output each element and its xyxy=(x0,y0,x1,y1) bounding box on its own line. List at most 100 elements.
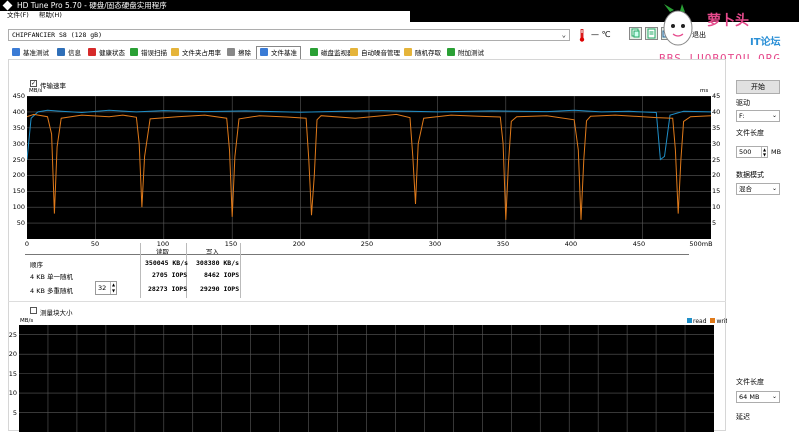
y-tick-label: 450 xyxy=(12,92,25,100)
temperature-readout: — ℃ xyxy=(591,30,611,39)
row-4k-single-label: 4 KB 单一随机 xyxy=(30,273,73,281)
noise-icon xyxy=(350,48,358,56)
tab-label: 自动噪音管理 xyxy=(361,49,400,57)
y2-tick-label: 30 xyxy=(712,139,721,148)
chevron-down-icon: ⌄ xyxy=(771,393,777,400)
4k-single-write-value: 8462 IOPS xyxy=(204,271,240,279)
data-mode-select[interactable]: 混合 ⌄ xyxy=(736,183,780,195)
queue-depth-stepper[interactable]: 32 ▲ ▼ xyxy=(95,281,117,295)
y-tick-label: 50 xyxy=(16,219,25,228)
4k-multi-read-value: 28273 IOPS xyxy=(148,285,188,293)
y2-tick-label: 5 xyxy=(712,219,717,228)
chevron-down-icon: ⌄ xyxy=(561,31,566,39)
stepper-arrows-icon[interactable]: ▲ ▼ xyxy=(110,282,116,294)
copy-icon xyxy=(631,28,640,38)
x-tick-label: 450 xyxy=(632,240,646,248)
y-tick-label: 400 xyxy=(12,107,25,116)
row-4k-multi-label: 4 KB 多重随机 xyxy=(30,287,73,295)
results-divider-v3 xyxy=(240,243,241,298)
block-file-length-select[interactable]: 64 MB ⌄ xyxy=(736,391,780,403)
copy-info-button[interactable] xyxy=(629,27,642,40)
block-size-label: 测量块大小 xyxy=(40,309,73,317)
thermometer-icon xyxy=(579,29,585,42)
erase-icon xyxy=(227,48,235,56)
transfer-rate-plot xyxy=(26,95,712,239)
tab-label: 基准测试 xyxy=(23,49,49,57)
data-mode-value: 混合 xyxy=(739,185,752,193)
benchmark-icon xyxy=(12,48,20,56)
tab-disk-monitor[interactable]: 磁盘监视器 xyxy=(310,48,354,58)
tab-info[interactable]: 信息 xyxy=(57,48,81,58)
start-button[interactable]: 开始 xyxy=(736,80,780,94)
y2-tick-label: 20 xyxy=(712,171,721,180)
file-length-value: 500 xyxy=(739,148,752,156)
file-length-input[interactable]: 500 ▲ ▼ xyxy=(736,146,768,158)
sequential-read-value: 350045 KB/s xyxy=(145,259,189,267)
transfer-rate-chart xyxy=(26,95,712,239)
transfer-y-unit: MB/s xyxy=(29,88,43,94)
tab-benchmark[interactable]: 基准测试 xyxy=(12,48,49,58)
y-tick-label: 10 xyxy=(8,389,17,398)
error-scan-icon xyxy=(130,48,138,56)
transfer-rate-label: 传输速率 xyxy=(40,82,66,90)
x-tick-label: 400 xyxy=(564,240,578,248)
health-icon xyxy=(88,48,96,56)
tab-folder-usage[interactable]: 文件夹占用率 xyxy=(171,48,221,58)
tab-label: 擦除 xyxy=(238,49,251,57)
results-divider xyxy=(25,254,689,255)
tab-file-benchmark[interactable]: 文件基准 xyxy=(256,46,301,59)
stepper-arrows-icon[interactable]: ▲ ▼ xyxy=(761,147,767,157)
x-tick-label: 0 xyxy=(24,240,30,248)
y2-tick-label: 40 xyxy=(712,107,721,116)
y2-tick-label: 45 xyxy=(712,92,721,100)
tab-extra-tests[interactable]: 附加测试 xyxy=(447,48,484,58)
transfer-rate-checkbox[interactable]: ✓ xyxy=(30,80,37,87)
drive-label: 驱动 xyxy=(736,99,750,107)
y-tick-label: 300 xyxy=(12,139,25,148)
y2-tick-label: 35 xyxy=(712,123,721,132)
app-icon xyxy=(2,0,13,11)
tab-noise[interactable]: 自动噪音管理 xyxy=(350,48,400,58)
info-icon xyxy=(57,48,65,56)
y-tick-label: 200 xyxy=(12,171,25,180)
data-mode-label: 数据模式 xyxy=(736,171,764,179)
block-y-unit: MB/s xyxy=(20,318,34,324)
block-size-checkbox[interactable] xyxy=(30,307,37,314)
chevron-down-icon: ⌄ xyxy=(771,185,777,192)
tab-erase[interactable]: 擦除 xyxy=(227,48,251,58)
menu-file[interactable]: 文件(F) xyxy=(7,11,29,19)
y2-tick-label: 15 xyxy=(712,187,721,196)
drive-select-value: CHIPFANCIER S8 (128 gB) xyxy=(12,31,103,39)
tab-random-access[interactable]: 随机存取 xyxy=(404,48,441,58)
drive-letter-select[interactable]: F: ⌄ xyxy=(736,110,780,122)
tab-label: 文件基准 xyxy=(271,49,297,57)
queue-depth-value: 32 xyxy=(98,284,107,292)
chevron-down-icon: ⌄ xyxy=(771,112,777,119)
tab-health[interactable]: 健康状态 xyxy=(88,48,125,58)
menu-help[interactable]: 帮助(H) xyxy=(39,11,62,19)
drive-letter-value: F: xyxy=(739,112,745,120)
file-length2-label: 文件长度 xyxy=(736,378,764,386)
block-size-plot xyxy=(19,325,714,432)
4k-multi-write-value: 29290 IOPS xyxy=(200,285,240,293)
y-tick-label: 5 xyxy=(12,408,17,417)
transfer-y2-unit: ms xyxy=(700,88,709,94)
extra-tests-icon xyxy=(447,48,455,56)
random-access-icon xyxy=(404,48,412,56)
menu-bar: 文件(F) 帮助(H) xyxy=(0,11,410,20)
y-tick-label: 15 xyxy=(8,369,17,378)
file-length-unit: MB xyxy=(771,148,782,156)
drive-select[interactable]: CHIPFANCIER S8 (128 gB) ⌄ xyxy=(8,29,570,41)
tab-label: 文件夹占用率 xyxy=(182,49,221,57)
y-tick-label: 350 xyxy=(12,123,25,132)
disk-monitor-icon xyxy=(310,48,318,56)
legend-read-swatch xyxy=(687,318,692,323)
legend-write-swatch xyxy=(710,318,716,323)
tab-error-scan[interactable]: 错误扫描 xyxy=(130,48,167,58)
y-tick-label: 20 xyxy=(8,350,17,359)
y-tick-label: 25 xyxy=(8,330,17,339)
section-divider xyxy=(8,301,726,302)
file-benchmark-icon xyxy=(260,48,268,56)
tab-label: 健康状态 xyxy=(99,49,125,57)
x-tick-label: 150 xyxy=(224,240,238,248)
